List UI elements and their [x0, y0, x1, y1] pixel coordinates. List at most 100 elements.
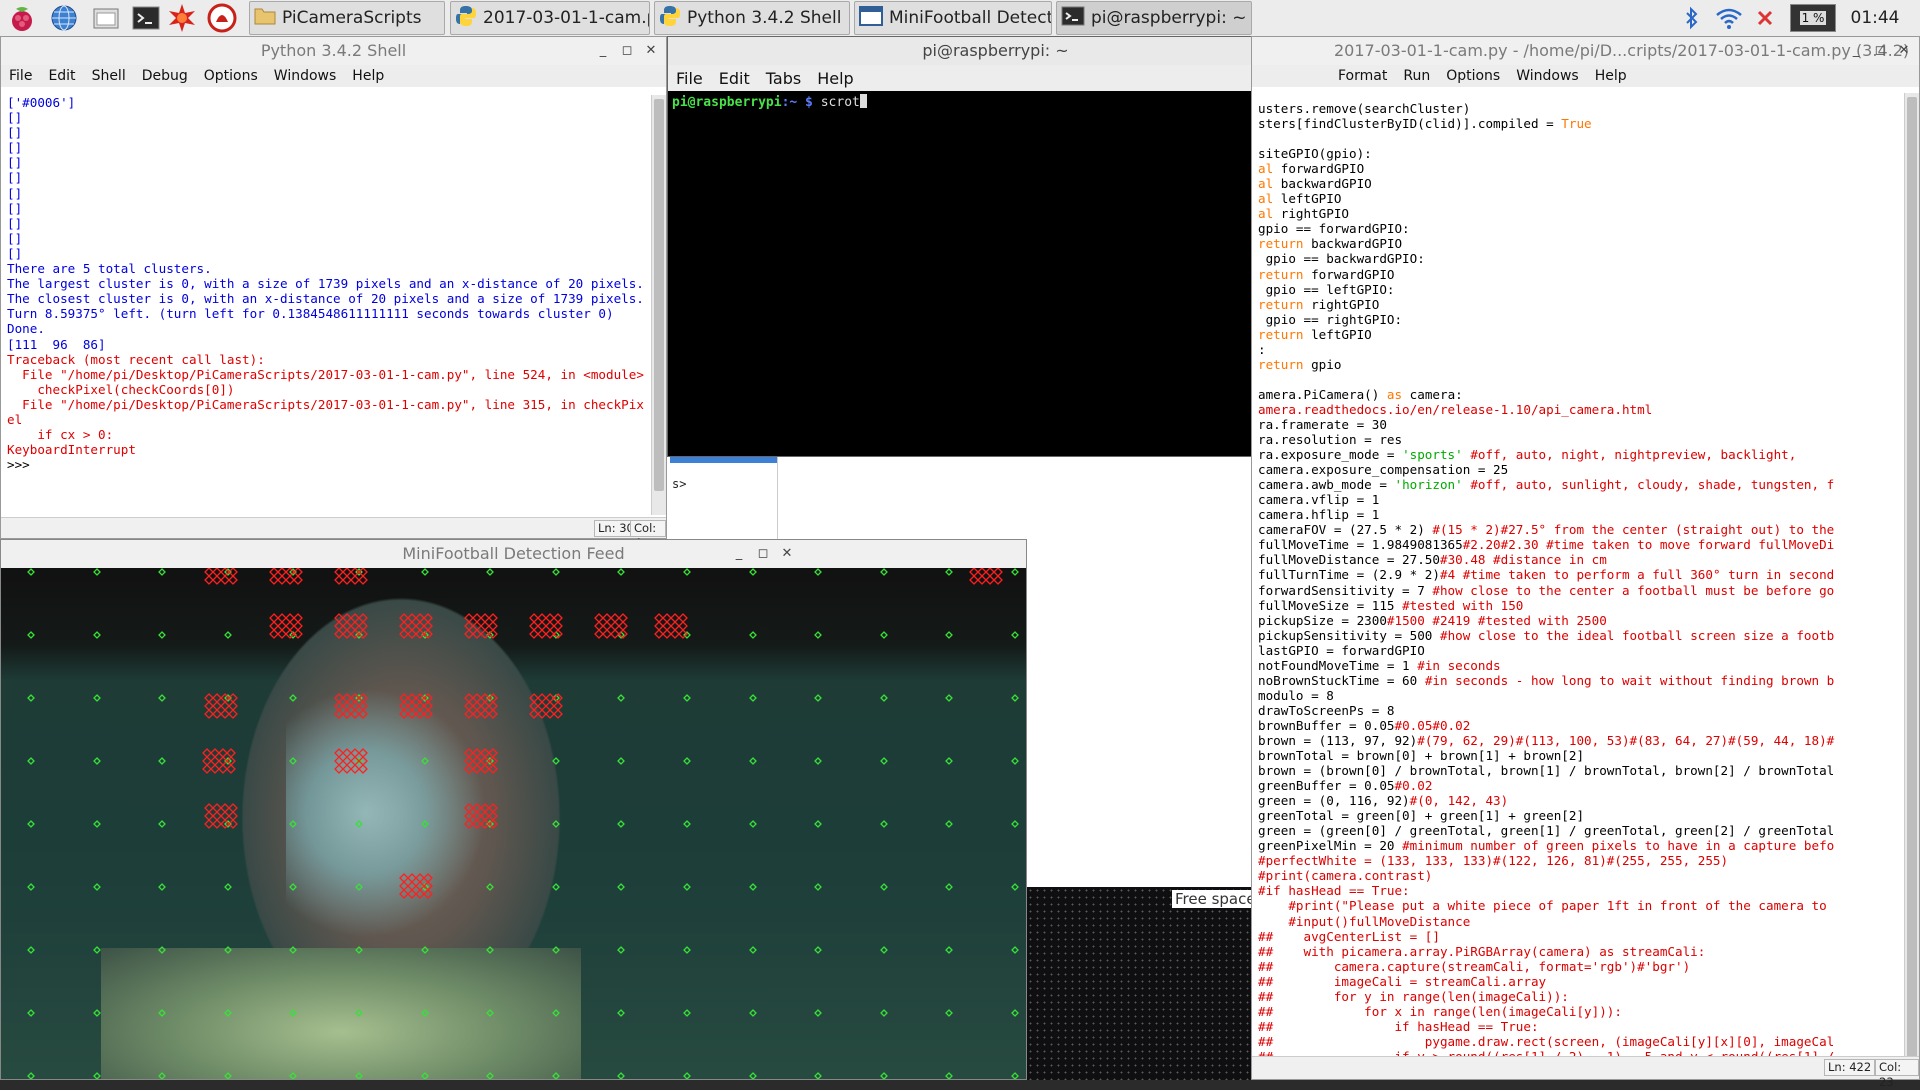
menu-format[interactable]: Format — [1338, 68, 1387, 84]
terminal-launcher-icon[interactable] — [130, 2, 162, 34]
menu-help[interactable]: Help — [1595, 68, 1627, 84]
code-line: camera.hflip = 1 — [1258, 507, 1905, 522]
maximize-button[interactable]: ◻ — [754, 545, 772, 563]
code-line: pickupSize = 2300#1500 #2419 #tested wit… — [1258, 613, 1905, 628]
editor-window: 2017-03-01-1-cam.py - /home/pi/D...cript… — [1251, 36, 1920, 1089]
editor-statusbar: Ln: 422 Col: 23 — [1252, 1056, 1919, 1089]
shell-col-number: Col: 4 — [630, 520, 666, 550]
brown-detection-marker — [662, 629, 672, 639]
maximize-button[interactable]: ◻ — [1871, 42, 1889, 60]
clock[interactable]: 01:44 — [1840, 0, 1910, 36]
bluetooth-icon[interactable] — [1678, 0, 1706, 36]
shell-titlebar[interactable]: Python 3.4.2 Shell _ ◻ ✕ — [1, 37, 666, 65]
minimize-button[interactable]: _ — [1847, 42, 1865, 60]
brown-detection-marker — [228, 811, 238, 821]
shell-title: Python 3.4.2 Shell — [260, 41, 407, 60]
taskbar-item-python-shell[interactable]: Python 3.4.2 Shell — [654, 1, 850, 35]
code-token: al — [1258, 161, 1274, 177]
green-detection-marker — [945, 568, 953, 576]
code-token: noBrownStuckTime = 60 — [1258, 672, 1425, 688]
green-detection-marker — [27, 946, 35, 954]
brown-detection-marker — [202, 764, 212, 774]
code-token: al — [1258, 191, 1274, 207]
menu-edit[interactable]: Edit — [48, 68, 75, 84]
brown-detection-marker — [488, 811, 498, 821]
menu-windows[interactable]: Windows — [1516, 68, 1579, 84]
brown-detection-marker — [472, 693, 482, 703]
shell-output-line: [] — [7, 170, 23, 186]
wolfram-icon[interactable] — [166, 2, 198, 34]
menu-windows[interactable]: Windows — [274, 68, 337, 84]
code-token: camera.vflip = 1 — [1258, 492, 1380, 508]
green-detection-marker — [814, 946, 822, 954]
brown-detection-marker — [204, 575, 214, 585]
volume-muted-icon[interactable] — [1752, 0, 1778, 36]
maximize-button[interactable]: ◻ — [618, 42, 636, 60]
green-detection-marker — [486, 1072, 494, 1079]
code-token: #(0, 142, 43) — [1409, 793, 1509, 809]
green-detection-marker — [355, 820, 363, 828]
feed-titlebar[interactable]: MiniFootball Detection Feed _ ◻ ✕ — [1, 540, 1026, 568]
menu-shell[interactable]: Shell — [92, 68, 126, 84]
brown-detection-marker — [285, 575, 295, 585]
taskbar-item-terminal[interactable]: pi@raspberrypi: ~ — [1056, 1, 1252, 35]
menu-options[interactable]: Options — [204, 68, 258, 84]
shell-output-line: Done. — [7, 321, 45, 337]
brown-detection-marker — [407, 881, 417, 891]
terminal-prompt-line[interactable]: pi@raspberrypi:~ $ scrot — [672, 94, 867, 110]
raspberry-menu-icon[interactable] — [6, 2, 38, 34]
file-manager-icon[interactable] — [90, 2, 122, 34]
brown-detection-marker — [342, 756, 352, 766]
taskbar-item-editor[interactable]: 2017-03-01-1-cam.p... — [450, 1, 650, 35]
brown-detection-marker — [480, 613, 490, 623]
menu-edit[interactable]: Edit — [719, 69, 750, 88]
editor-code-area[interactable]: usters.remove(searchCluster) sters[findCl… — [1258, 101, 1905, 1056]
menu-run[interactable]: Run — [1403, 68, 1430, 84]
code-line: ## camera.capture(streamCali, format='rg… — [1258, 959, 1905, 974]
taskbar-item-detection-feed[interactable]: MiniFootball Detecti... — [854, 1, 1052, 35]
code-token: forwardGPIO — [1303, 266, 1395, 282]
menu-help[interactable]: Help — [352, 68, 384, 84]
menu-options[interactable]: Options — [1446, 68, 1500, 84]
web-browser-icon[interactable] — [48, 2, 80, 34]
code-token: amera.readthedocs.io/en/release-1.10/api… — [1258, 401, 1653, 417]
brown-detection-marker — [228, 709, 238, 719]
brown-detection-marker — [277, 629, 287, 639]
menu-file[interactable]: File — [9, 68, 32, 84]
brown-detection-marker — [553, 621, 563, 631]
minimize-button[interactable]: _ — [594, 42, 612, 60]
mathematica-icon[interactable] — [206, 2, 238, 34]
close-button[interactable]: ✕ — [642, 42, 660, 60]
code-token: #30.48 #distance in cm — [1439, 552, 1607, 568]
editor-scroll-thumb[interactable] — [1907, 97, 1917, 1057]
editor-titlebar[interactable]: 2017-03-01-1-cam.py - /home/pi/D...cript… — [1252, 37, 1919, 65]
python-file-icon — [455, 5, 477, 31]
taskbar-item-picamerascripts[interactable]: PiCameraScripts — [249, 1, 445, 35]
brown-detection-marker — [537, 621, 547, 631]
shell-output[interactable]: ['#0006'][][][][][][][][][][] There are 5… — [7, 95, 651, 515]
shell-output-line: [] — [7, 245, 23, 261]
green-detection-marker — [486, 568, 494, 576]
minimize-button[interactable]: _ — [730, 545, 748, 563]
terminal-icon — [1061, 5, 1085, 31]
menu-debug[interactable]: Debug — [142, 68, 188, 84]
shell-output-line: There are 5 total clusters. — [7, 261, 212, 277]
green-detection-marker — [814, 694, 822, 702]
green-detection-marker — [880, 568, 888, 576]
close-button[interactable]: ✕ — [778, 545, 796, 563]
code-token: return — [1258, 326, 1304, 342]
menu-tabs[interactable]: Tabs — [766, 69, 801, 88]
close-button[interactable]: ✕ — [1895, 42, 1913, 60]
menu-help[interactable]: Help — [817, 69, 853, 88]
wifi-icon[interactable] — [1712, 0, 1746, 36]
code-token: amera.PiCamera() — [1258, 386, 1387, 402]
menu-file[interactable]: File — [676, 69, 703, 88]
shell-scroll-thumb[interactable] — [654, 99, 664, 491]
brown-detection-marker — [537, 613, 547, 623]
code-token: return — [1258, 236, 1304, 252]
brown-detection-marker — [545, 701, 555, 711]
shell-output-line: File "/home/pi/Desktop/PiCameraScripts/2… — [7, 366, 644, 382]
terminal-titlebar[interactable]: pi@raspberrypi: ~ _ ◻ ✕ — [668, 37, 1323, 65]
python-shell-window: Python 3.4.2 Shell _ ◻ ✕ File Edit Shell… — [0, 36, 667, 550]
brown-detection-marker — [670, 629, 680, 639]
